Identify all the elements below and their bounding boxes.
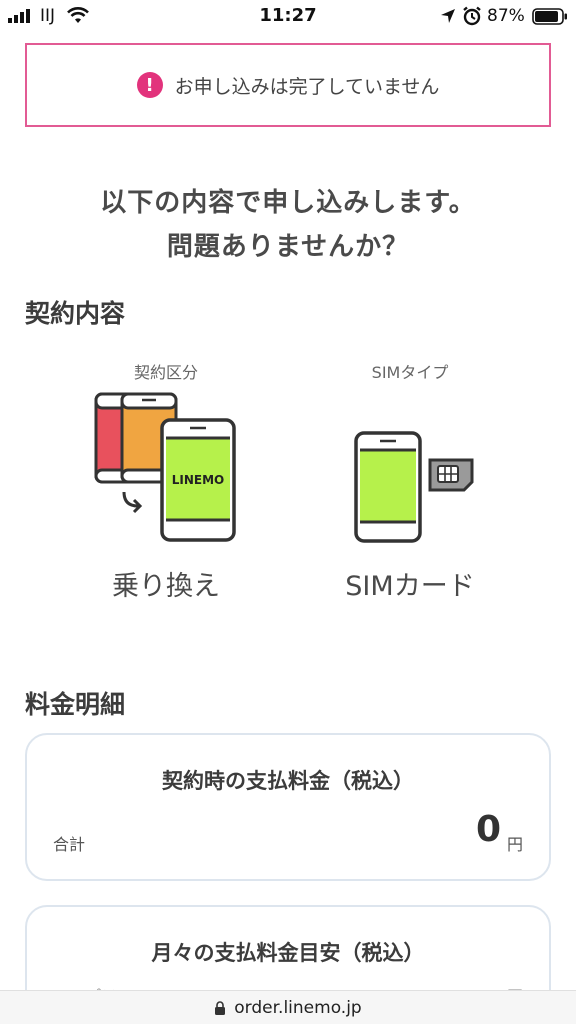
contract-type-value: 乗り換え bbox=[112, 571, 220, 602]
confirm-heading-line2: 問題ありませんか？ bbox=[166, 232, 410, 262]
total-amount: 0 bbox=[475, 809, 501, 850]
browser-url-bar[interactable]: order.linemo.jp bbox=[0, 990, 576, 1024]
sim-card-illustration bbox=[354, 431, 474, 543]
alarm-icon bbox=[463, 6, 481, 26]
contract-type-label: 契約区分 bbox=[133, 363, 198, 382]
battery-icon bbox=[532, 8, 567, 25]
lock-icon bbox=[215, 1000, 226, 1015]
total-label: 合計 bbox=[53, 835, 86, 854]
sim-type-label: SIMタイプ bbox=[371, 363, 449, 382]
contract-section-title: 契約内容 bbox=[25, 299, 126, 328]
linemo-screen-logo: LINEMO bbox=[172, 473, 225, 487]
exclamation-icon: ! bbox=[136, 72, 163, 98]
alert-message: お申し込みは完了していません bbox=[174, 75, 440, 98]
location-arrow-icon bbox=[441, 9, 455, 23]
fees-section-title: 料金明細 bbox=[25, 690, 126, 719]
monthly-payment-title: 月々の支払料金目安（税込） bbox=[151, 941, 425, 965]
incomplete-alert: ! お申し込みは完了していません bbox=[25, 43, 551, 127]
total-unit: 円 bbox=[506, 835, 523, 854]
confirm-heading-line1: 以下の内容で申し込みします。 bbox=[100, 188, 476, 218]
initial-payment-card: 契約時の支払料金（税込） 合計 0 円 bbox=[25, 733, 551, 881]
status-bar: IIJ 11:27 87% bbox=[0, 0, 576, 34]
initial-payment-title: 契約時の支払料金（税込） bbox=[162, 769, 414, 793]
url-text: order.linemo.jp bbox=[234, 997, 362, 1018]
battery-percent: 87% bbox=[487, 6, 525, 26]
sim-type-value: SIMカード bbox=[345, 571, 475, 602]
phone-transfer-illustration: LINEMO bbox=[94, 392, 236, 542]
